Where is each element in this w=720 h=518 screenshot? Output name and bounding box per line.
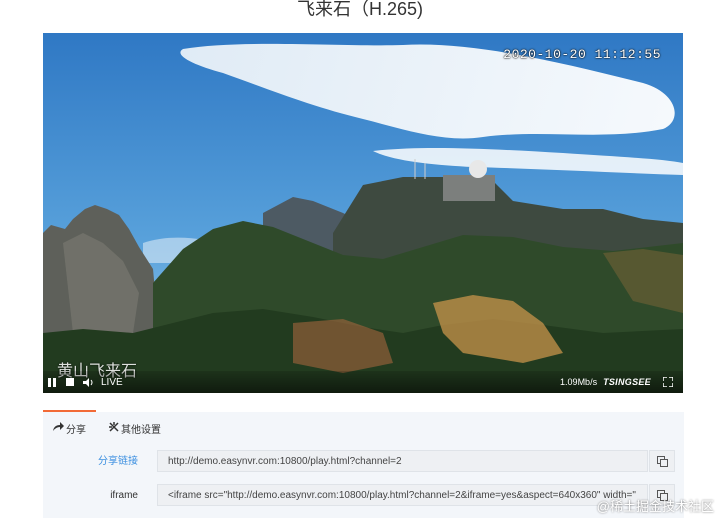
iframe-row: iframe <iframe src="http://demo.easynvr.…	[43, 484, 684, 508]
watermark: @稀土掘金技术社区	[596, 499, 714, 514]
share-panel: 分享 其他设置 分享链接 http://demo.easynvr.com:108…	[43, 412, 684, 518]
settings-icon	[109, 421, 119, 435]
live-indicator: LIVE	[101, 376, 123, 388]
copy-icon	[656, 455, 668, 467]
tab-share[interactable]: 分享	[53, 412, 86, 444]
pause-icon[interactable]	[43, 371, 61, 393]
bitrate-label: 1.09Mb/s	[560, 377, 598, 387]
share-icon	[53, 422, 64, 434]
stop-icon[interactable]	[61, 371, 79, 393]
iframe-code-field[interactable]: <iframe src="http://demo.easynvr.com:108…	[157, 484, 648, 506]
fullscreen-icon[interactable]	[659, 371, 677, 393]
brand-logo: TSINGSEE	[603, 377, 651, 387]
page-title: 飞来石（H.265)	[296, 0, 424, 19]
tab-settings[interactable]: 其他设置	[109, 412, 161, 444]
tab-settings-label: 其他设置	[121, 424, 161, 436]
video-frame	[43, 33, 683, 393]
osd-timestamp: 2020-10-20 11:12:55	[503, 47, 661, 62]
share-link-field[interactable]: http://demo.easynvr.com:10800/play.html?…	[157, 450, 648, 472]
share-link-row: 分享链接 http://demo.easynvr.com:10800/play.…	[43, 450, 684, 474]
player-controls: LIVE 1.09Mb/s TSINGSEE	[43, 371, 683, 393]
tab-share-label: 分享	[66, 424, 86, 436]
tab-bar: 分享 其他设置	[43, 412, 684, 444]
copy-link-button[interactable]	[649, 450, 675, 472]
video-player[interactable]: 2020-10-20 11:12:55 黄山飞来石 LIVE 1.09Mb/s …	[43, 33, 683, 393]
volume-icon[interactable]	[79, 371, 97, 393]
share-link-label: 分享链接	[98, 456, 138, 467]
iframe-label: iframe	[110, 490, 138, 501]
